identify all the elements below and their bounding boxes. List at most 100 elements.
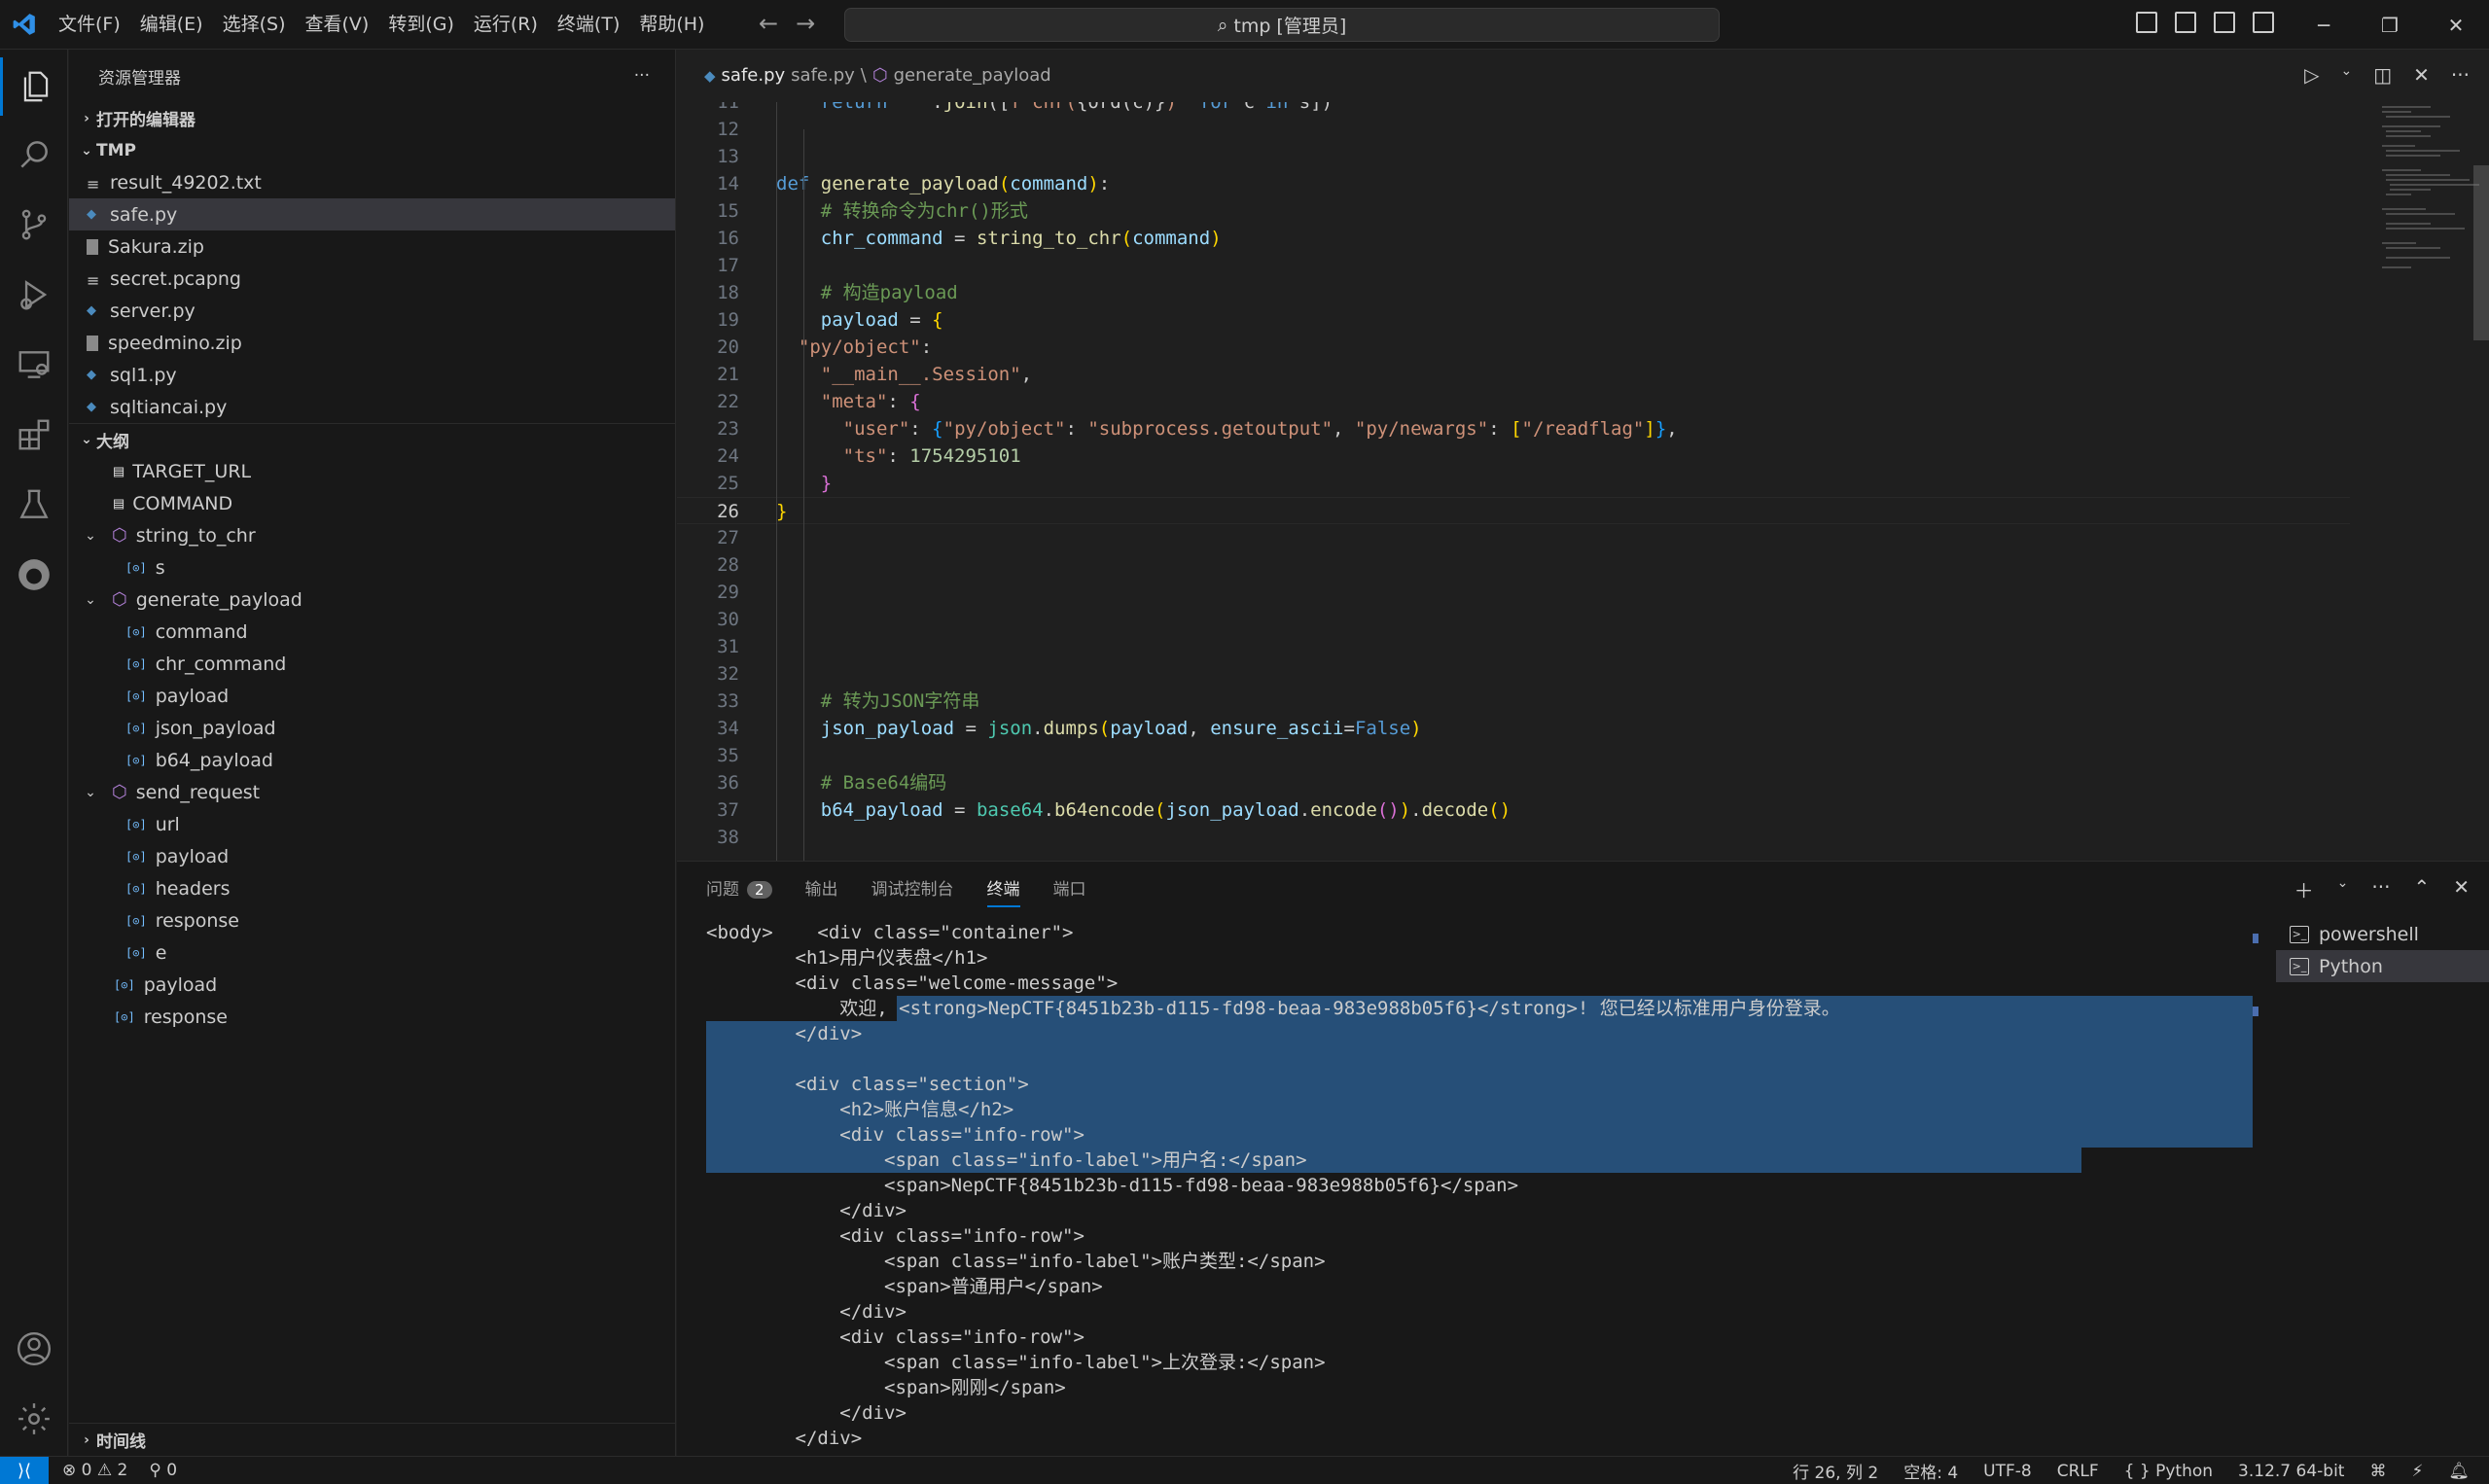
maximize-panel-icon[interactable]: ⌃	[2413, 875, 2430, 903]
file-item[interactable]: ◆ sql1.py	[69, 359, 675, 391]
menu-item[interactable]: 查看(V)	[296, 8, 379, 41]
customize-layout-icon[interactable]	[2253, 12, 2274, 33]
menu-item[interactable]: 转到(G)	[378, 8, 464, 41]
outline-item[interactable]: [⊙] e	[69, 936, 675, 969]
outline-item[interactable]: [⊙] payload	[69, 969, 675, 1001]
menu-item[interactable]: 帮助(H)	[629, 8, 714, 41]
search-icon[interactable]	[0, 125, 68, 184]
timeline-section[interactable]: › 时间线	[69, 1423, 676, 1456]
extensions-icon[interactable]	[0, 406, 68, 464]
explorer-sidebar: 资源管理器 ··· › 打开的编辑器 ⌄ TMP ≡ result_49202.t…	[69, 50, 676, 1456]
file-item[interactable]: ◆ safe.py	[69, 198, 675, 230]
outline-section[interactable]: ⌄ 大纲	[69, 423, 675, 455]
open-editors-section[interactable]: › 打开的编辑器	[69, 102, 675, 134]
outline-item[interactable]: [⊙] headers	[69, 872, 675, 904]
menu-item[interactable]: 编辑(E)	[130, 8, 213, 41]
breadcrumb-symbol[interactable]: generate_payload	[894, 65, 1051, 86]
terminal-item-python[interactable]: >_ Python	[2276, 950, 2489, 982]
breadcrumb-file[interactable]: safe.py	[791, 65, 855, 86]
settings-gear-icon[interactable]	[0, 1390, 68, 1448]
outline-item[interactable]: [⊙] response	[69, 904, 675, 936]
tab-output[interactable]: 输出	[805, 875, 838, 907]
editor-tab-safe-py[interactable]: safe.py	[722, 65, 786, 86]
file-item[interactable]: ≡ result_49202.txt	[69, 166, 675, 198]
folder-section[interactable]: ⌄ TMP	[69, 134, 675, 166]
indentation[interactable]: 空格: 4	[1903, 1459, 1958, 1483]
forward-arrow-icon[interactable]: →	[796, 10, 815, 37]
minimize-icon[interactable]: ─	[2291, 0, 2357, 50]
outline-item[interactable]: ▤ COMMAND	[69, 487, 675, 519]
source-control-icon[interactable]	[0, 195, 68, 254]
more-actions-icon[interactable]: ···	[2451, 63, 2470, 87]
new-terminal-icon[interactable]: ＋	[2294, 875, 2314, 903]
remote-indicator-icon[interactable]: ⟩⟨	[0, 1456, 49, 1484]
close-editor-icon[interactable]: ✕	[2413, 63, 2430, 87]
run-debug-icon[interactable]	[0, 265, 68, 324]
cursor-position[interactable]: 行 26, 列 2	[1793, 1459, 1878, 1483]
outline-item[interactable]: [⊙] payload	[69, 840, 675, 872]
file-item[interactable]: Sakura.zip	[69, 230, 675, 263]
chevron-down-icon[interactable]: ⌄	[81, 528, 100, 544]
editor-scrollbar[interactable]	[2473, 165, 2489, 340]
close-panel-icon[interactable]: ✕	[2453, 875, 2470, 903]
account-icon[interactable]	[0, 1320, 68, 1378]
terminal-output[interactable]: <body> <div class="container"> <h1>用户仪表盘…	[706, 920, 2253, 1455]
notifications-bell-icon[interactable]: 🔔︎	[2448, 1462, 2470, 1481]
remote-explorer-icon[interactable]	[0, 336, 68, 394]
menu-item[interactable]: 文件(F)	[49, 8, 130, 41]
outline-item[interactable]: [⊙] json_payload	[69, 712, 675, 744]
outline-item[interactable]: ⌄ ⬡ send_request	[69, 776, 675, 808]
command-center[interactable]: ⌕ tmp [管理员]	[844, 8, 1720, 42]
outline-item[interactable]: [⊙] s	[69, 551, 675, 583]
chevron-down-icon[interactable]: ⌄	[81, 785, 100, 800]
github-icon[interactable]	[0, 546, 68, 604]
outline-item[interactable]: [⊙] url	[69, 808, 675, 840]
more-actions-icon[interactable]: ···	[2371, 875, 2390, 903]
close-window-icon[interactable]: ✕	[2423, 0, 2489, 50]
ports-status[interactable]: ⚲ 0	[149, 1461, 177, 1480]
chevron-down-icon[interactable]: ⌄	[81, 592, 100, 608]
tab-terminal[interactable]: 终端	[986, 875, 1020, 907]
outline-item[interactable]: [⊙] command	[69, 616, 675, 648]
line-ending[interactable]: CRLF	[2057, 1462, 2099, 1481]
python-interpreter[interactable]: 3.12.7 64-bit	[2238, 1462, 2344, 1481]
outline-item[interactable]: ⌄ ⬡ string_to_chr	[69, 519, 675, 551]
outline-item[interactable]: [⊙] response	[69, 1001, 675, 1033]
minimap[interactable]	[2372, 102, 2489, 861]
terminal-item-powershell[interactable]: >_ powershell	[2276, 918, 2489, 950]
file-item[interactable]: ◆ sqltiancai.py	[69, 391, 675, 423]
copilot-icon[interactable]: ⌘	[2369, 1462, 2386, 1481]
toggle-sidebar-icon[interactable]	[2136, 12, 2157, 33]
restore-icon[interactable]: ❐	[2357, 0, 2423, 50]
testing-icon[interactable]	[0, 476, 68, 534]
language-mode[interactable]: { } Python	[2124, 1462, 2213, 1481]
tab-debug-console[interactable]: 调试控制台	[871, 875, 954, 907]
toggle-panel-icon[interactable]	[2175, 12, 2196, 33]
menu-item[interactable]: 终端(T)	[548, 8, 629, 41]
run-python-file-icon[interactable]: ▷	[2304, 63, 2319, 87]
outline-item[interactable]: ⌄ ⬡ generate_payload	[69, 583, 675, 616]
file-item[interactable]: ≡ secret.pcapng	[69, 263, 675, 295]
outline-item[interactable]: [⊙] b64_payload	[69, 744, 675, 776]
tab-problems[interactable]: 问题 2	[706, 875, 772, 907]
run-options-chevron-icon[interactable]: ⌄	[2341, 63, 2353, 87]
outline-item[interactable]: [⊙] chr_command	[69, 648, 675, 680]
code-editor[interactable]: 11 return ' '.join([f"chr({ord(c)})" for…	[677, 102, 2489, 861]
problems-status[interactable]: ⊗ 0 ⚠ 2	[62, 1461, 127, 1480]
back-arrow-icon[interactable]: ←	[759, 10, 778, 37]
terminal-scrollbar[interactable]	[2253, 934, 2258, 1439]
more-actions-icon[interactable]: ···	[634, 66, 650, 86]
tab-ports[interactable]: 端口	[1053, 875, 1086, 907]
encoding[interactable]: UTF-8	[1983, 1462, 2032, 1481]
split-editor-icon[interactable]: ◫	[2373, 63, 2392, 87]
toggle-secondary-sidebar-icon[interactable]	[2214, 12, 2235, 33]
terminal-dropdown-chevron-icon[interactable]: ⌄	[2337, 875, 2349, 903]
outline-item[interactable]: ▤ TARGET_URL	[69, 455, 675, 487]
file-item[interactable]: ◆ server.py	[69, 295, 675, 327]
menu-item[interactable]: 选择(S)	[213, 8, 296, 41]
outline-item[interactable]: [⊙] payload	[69, 680, 675, 712]
explorer-icon[interactable]	[0, 57, 68, 116]
feedback-icon[interactable]: ⚡	[2411, 1462, 2423, 1481]
file-item[interactable]: speedmino.zip	[69, 327, 675, 359]
menu-item[interactable]: 运行(R)	[464, 8, 548, 41]
